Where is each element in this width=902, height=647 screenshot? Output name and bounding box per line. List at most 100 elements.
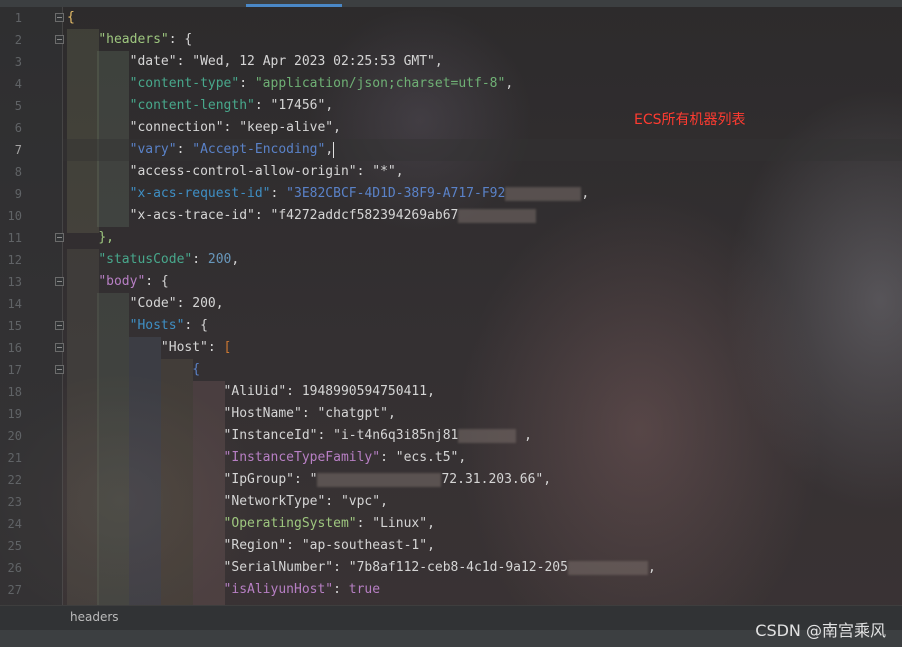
fold-toggle-icon[interactable]	[55, 321, 64, 330]
code-line[interactable]: "vary": "Accept-Encoding",	[67, 139, 335, 161]
editor-tab-strip[interactable]	[0, 0, 902, 7]
json-key: "access-control-allow-origin"	[129, 164, 357, 179]
line-number: 21	[7, 451, 22, 465]
line-number: 8	[14, 165, 22, 179]
json-key: "statusCode"	[98, 252, 193, 267]
active-tab-indicator	[246, 4, 342, 7]
code-line[interactable]: "InstanceId": "i-t4n6q3i85nj81 ,	[67, 425, 532, 447]
code-line[interactable]: {	[67, 359, 200, 381]
code-line[interactable]: {	[67, 7, 75, 29]
code-line[interactable]: "NetworkType": "vpc",	[67, 491, 388, 513]
json-key: "x-acs-request-id"	[129, 186, 271, 201]
line-number: 27	[7, 583, 22, 597]
code-line[interactable]: "Host": [	[67, 337, 231, 359]
code-line[interactable]: "body": {	[67, 271, 168, 293]
json-value: "3E82CBCF-4D1D-38F9-A717-F92	[286, 186, 506, 201]
code-line[interactable]: "isAliyunHost": true	[67, 579, 381, 601]
code-line[interactable]: "statusCode": 200,	[67, 249, 239, 271]
json-key: "Hosts"	[129, 318, 185, 333]
json-value: "	[309, 472, 318, 487]
close-brace: },	[98, 230, 114, 245]
json-key: "SerialNumber"	[223, 560, 334, 575]
json-value: "vpc"	[340, 494, 381, 509]
json-key: "AliUid"	[223, 384, 287, 399]
fold-toggle-icon[interactable]	[55, 233, 64, 242]
json-value: "Linux"	[372, 516, 428, 531]
json-value: "chatgpt"	[317, 406, 388, 421]
json-key: "InstanceTypeFamily"	[223, 450, 381, 465]
code-line[interactable]: "content-type": "application/json;charse…	[67, 73, 514, 95]
line-number: 1	[14, 11, 22, 25]
gutter-separator	[62, 7, 63, 605]
fold-toggle-icon[interactable]	[55, 277, 64, 286]
code-line[interactable]: "AliUid": 1948990594750411,	[67, 381, 435, 403]
breadcrumb-item[interactable]: headers	[70, 610, 119, 624]
json-key: "date"	[129, 54, 177, 69]
line-number: 6	[14, 121, 22, 135]
fold-toggle-icon[interactable]	[55, 35, 64, 44]
redacted-block	[567, 560, 648, 575]
code-line[interactable]: "access-control-allow-origin": "*",	[67, 161, 404, 183]
line-number: 26	[7, 561, 22, 575]
json-key: "HostName"	[223, 406, 302, 421]
code-line[interactable]: "date": "Wed, 12 Apr 2023 02:25:53 GMT",	[67, 51, 443, 73]
line-number: 23	[7, 495, 22, 509]
line-number: 3	[14, 55, 22, 69]
fold-toggle-icon[interactable]	[55, 13, 64, 22]
json-value: "7b8af112-ceb8-4c1d-9a12-205	[348, 560, 568, 575]
line-number: 10	[7, 209, 22, 223]
json-key: "Region"	[223, 538, 287, 553]
fold-toggle-icon[interactable]	[55, 365, 64, 374]
json-key: "headers"	[98, 32, 169, 47]
json-value: "17456"	[270, 98, 326, 113]
json-value: "ap-southeast-1"	[301, 538, 428, 553]
redacted-block	[458, 208, 537, 223]
json-value: "Accept-Encoding"	[192, 142, 326, 157]
line-number: 20	[7, 429, 22, 443]
line-number: 13	[7, 275, 22, 289]
json-value: "Wed, 12 Apr 2023 02:25:53 GMT"	[192, 54, 435, 69]
json-key: "NetworkType"	[223, 494, 326, 509]
open-brace: {	[67, 10, 75, 25]
json-value: true	[348, 582, 381, 597]
json-value: 200	[192, 296, 216, 311]
line-number: 18	[7, 385, 22, 399]
code-line[interactable]: "OperatingSystem": "Linux",	[67, 513, 435, 535]
redacted-block	[458, 428, 517, 443]
fold-toggle-icon[interactable]	[55, 343, 64, 352]
line-number: 11	[7, 231, 22, 245]
json-key: "body"	[98, 274, 146, 289]
code-line[interactable]: "Region": "ap-southeast-1",	[67, 535, 435, 557]
json-value: 72.31.203.66"	[441, 472, 544, 487]
redacted-block	[505, 186, 582, 201]
code-line[interactable]: "content-length": "17456",	[67, 95, 334, 117]
code-line[interactable]: "Code": 200,	[67, 293, 224, 315]
json-value: "ecs.t5"	[395, 450, 459, 465]
code-line[interactable]: "HostName": "chatgpt",	[67, 403, 396, 425]
line-number: 16	[7, 341, 22, 355]
json-value: 1948990594750411	[301, 384, 428, 399]
json-value: "*"	[372, 164, 396, 179]
json-value: "keep-alive"	[239, 120, 334, 135]
code-line[interactable]: "SerialNumber": "7b8af112-ceb8-4c1d-9a12…	[67, 557, 656, 579]
line-number: 17	[7, 363, 22, 377]
line-number-active: 7	[14, 143, 22, 157]
code-line[interactable]: },	[67, 227, 114, 249]
code-line[interactable]: "InstanceTypeFamily": "ecs.t5",	[67, 447, 467, 469]
text-caret	[333, 141, 335, 158]
code-line[interactable]: "IpGroup": " 72.31.203.66",	[67, 469, 552, 491]
code-line[interactable]: "headers": {	[67, 29, 192, 51]
redacted-block	[317, 472, 442, 487]
line-number: 14	[7, 297, 22, 311]
code-line[interactable]: "Hosts": {	[67, 315, 208, 337]
json-key: "vary"	[129, 142, 177, 157]
annotation-label: ECS所有机器列表	[634, 112, 746, 128]
line-number: 22	[7, 473, 22, 487]
line-number: 9	[14, 187, 22, 201]
line-number: 5	[14, 99, 22, 113]
code-line[interactable]: "x-acs-request-id": "3E82CBCF-4D1D-38F9-…	[67, 183, 590, 205]
line-number: 19	[7, 407, 22, 421]
code-line[interactable]: "x-acs-trace-id": "f4272addcf582394269ab…	[67, 205, 537, 227]
code-line[interactable]: "connection": "keep-alive",	[67, 117, 341, 139]
json-key: "Host"	[160, 340, 208, 355]
